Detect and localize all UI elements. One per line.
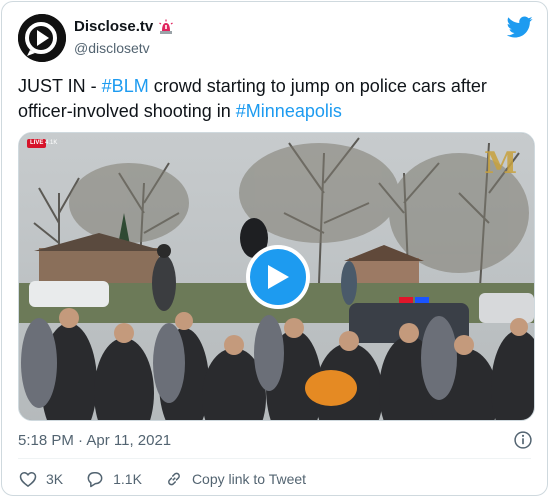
author-name-row: Disclose.tv	[74, 18, 174, 35]
live-viewer-count: 4.1K	[45, 140, 58, 146]
like-button[interactable]: 3K	[18, 469, 63, 489]
twitter-bird-icon[interactable]	[507, 14, 533, 40]
reply-button[interactable]: 1.1K	[85, 469, 142, 489]
action-bar: 3K 1.1K Copy link to Tweet	[18, 469, 328, 489]
hashtag-blm[interactable]: #BLM	[102, 76, 149, 96]
author-handle[interactable]: @disclosetv	[74, 40, 150, 56]
link-icon	[168, 472, 180, 486]
reply-bubble-icon	[87, 472, 103, 488]
disclose-logo-icon	[18, 14, 66, 62]
reply-count: 1.1K	[113, 471, 142, 487]
avatar[interactable]	[18, 14, 66, 62]
tweet-text-prefix: JUST IN -	[18, 76, 102, 96]
copy-link-label: Copy link to Tweet	[191, 471, 307, 487]
tweet-timestamp[interactable]: 5:18 PM · Apr 11, 2021	[18, 432, 171, 449]
hashtag-minneapolis[interactable]: #Minneapolis	[236, 101, 342, 121]
like-count: 3K	[46, 471, 64, 487]
divider	[18, 458, 531, 459]
live-badge: LIVE	[27, 139, 47, 148]
info-icon[interactable]	[513, 430, 533, 450]
author-display-name[interactable]: Disclose.tv	[74, 18, 153, 35]
copy-link-button[interactable]: Copy link to Tweet	[164, 469, 306, 489]
watermark-logo: M	[484, 146, 517, 181]
play-button[interactable]	[246, 245, 310, 309]
siren-emoji-icon	[159, 19, 174, 34]
tweet-card: Disclose.tv @disclosetv JUST IN - #BLM c…	[1, 1, 548, 496]
tweet-text: JUST IN - #BLM crowd starting to jump on…	[18, 74, 533, 124]
heart-icon	[19, 471, 37, 487]
play-icon	[268, 265, 289, 289]
video-player[interactable]: M LIVE 4.1K	[18, 132, 535, 421]
